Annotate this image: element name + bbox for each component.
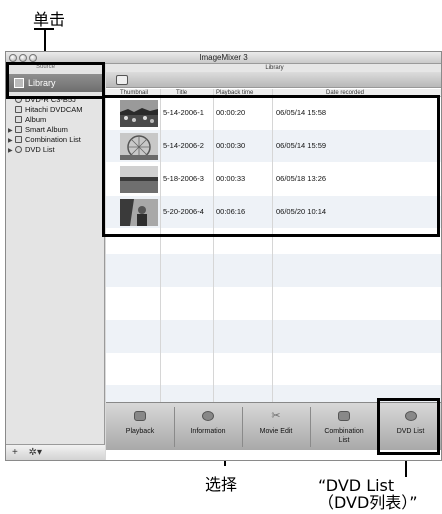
callout-dvd-list-line2: （DVD列表）” [318, 493, 418, 512]
sidebar-bottom-bar: + ✲▾ [6, 444, 105, 460]
library-header: Library [106, 64, 441, 72]
column-date-recorded[interactable]: Date recorded [326, 89, 364, 97]
library-toolbar [106, 72, 441, 88]
dvd-list-label: DVD List [396, 428, 425, 435]
sidebar: Source Library DVD-R C3-B5J Hitachi DVDC… [6, 64, 105, 460]
clip-playback-time: 00:00:33 [216, 174, 246, 183]
dvd-list-icon [404, 411, 417, 421]
sidebar-item-library-label: Library [28, 78, 56, 88]
disclosure-triangle-icon[interactable]: ▶ [8, 146, 15, 156]
clip-playback-time: 00:00:30 [216, 141, 246, 150]
clip-title: 5-20-2006-4 [163, 207, 204, 216]
information-button[interactable]: Information [174, 403, 242, 451]
table-row[interactable]: 5-20-2006-4 00:06:16 06/05/20 10:14 [106, 196, 441, 228]
callout-select: 选择 [205, 475, 238, 494]
table-row[interactable]: 5-14-2006-1 00:00:20 06/05/14 15:58 [106, 97, 441, 129]
column-thumbnail[interactable]: Thumbnail [120, 89, 148, 97]
dvd-icon [15, 146, 22, 153]
title-bar: ImageMixer 3 [6, 52, 441, 64]
album-icon [15, 116, 22, 123]
app-window: ImageMixer 3 Source Library DVD-R C3-B5J… [5, 51, 442, 461]
library-main: Library Thumbnail Title Playback time Da… [106, 64, 441, 460]
window-title: ImageMixer 3 [199, 53, 248, 62]
table-row[interactable]: 5-18-2006-3 00:00:33 06/05/18 13:26 [106, 163, 441, 195]
sidebar-item-label: Hitachi DVDCAM [25, 105, 83, 114]
table-row[interactable]: 5-14-2006-2 00:00:30 06/05/14 15:59 [106, 130, 441, 162]
clip-playback-time: 00:06:16 [216, 207, 246, 216]
smart-album-icon [15, 126, 22, 133]
sidebar-item-combination-list[interactable]: ▶ Combination List [8, 135, 104, 145]
sidebar-item-label: DVD-R C3-B5J [25, 95, 76, 104]
callout-dvd-list: “DVD List （DVD列表）” [318, 477, 418, 511]
view-mode-button[interactable] [116, 75, 128, 85]
clip-date-recorded: 06/05/14 15:59 [276, 141, 327, 150]
information-icon [202, 411, 214, 421]
sidebar-item-label: Combination List [25, 135, 81, 144]
sidebar-item-label: DVD List [25, 145, 55, 154]
clip-date-recorded: 06/05/18 13:26 [276, 174, 327, 183]
library-icon [14, 78, 24, 88]
column-header: Thumbnail Title Playback time Date recor… [106, 89, 441, 97]
callout-dvd-list-line1: “DVD List [318, 476, 395, 495]
sidebar-item-album[interactable]: Album [8, 115, 104, 125]
sidebar-item-hitachi-dvdcam[interactable]: Hitachi DVDCAM [8, 105, 104, 115]
sidebar-source-header: Source [36, 64, 56, 70]
movie-edit-label: Movie Edit [259, 428, 293, 435]
combination-icon [15, 136, 22, 143]
dvd-list-button[interactable]: DVD List [378, 403, 441, 451]
add-button[interactable]: + [12, 447, 18, 458]
sidebar-item-label: Smart Album [25, 125, 68, 134]
sidebar-item-library[interactable]: Library [8, 74, 103, 92]
clip-playback-time: 00:00:20 [216, 108, 246, 117]
thumbnail-crowd-icon [120, 100, 158, 127]
clip-title: 5-14-2006-2 [163, 141, 204, 150]
thumbnail-field-icon [120, 166, 158, 193]
movie-edit-button[interactable]: ✂ Movie Edit [242, 403, 310, 451]
sidebar-item-label: Album [25, 115, 47, 124]
scissors-icon: ✂ [271, 410, 281, 422]
playback-icon [134, 411, 146, 421]
gear-menu-button[interactable]: ✲▾ [29, 447, 42, 458]
camera-icon [15, 106, 22, 113]
clip-date-recorded: 06/05/14 15:58 [276, 108, 327, 117]
thumbnail-ferris-wheel-icon [120, 133, 158, 160]
playback-label: Playback [125, 428, 155, 435]
clip-title: 5-14-2006-1 [163, 108, 204, 117]
thumbnail-child-icon [120, 199, 158, 226]
sidebar-item-smart-album[interactable]: ▶ Smart Album [8, 125, 104, 135]
callout-click: 单击 [33, 10, 66, 29]
sidebar-item-dvd-r[interactable]: DVD-R C3-B5J [8, 95, 104, 105]
information-label: Information [190, 428, 226, 435]
sidebar-item-dvd-list[interactable]: ▶ DVD List [8, 145, 104, 155]
disc-icon [15, 96, 22, 103]
playback-button[interactable]: Playback [106, 403, 174, 451]
column-title[interactable]: Title [176, 89, 187, 97]
column-playback-time[interactable]: Playback time [216, 89, 253, 97]
clip-title: 5-18-2006-3 [163, 174, 204, 183]
clip-date-recorded: 06/05/20 10:14 [276, 207, 327, 216]
combination-list-label: Combination List [324, 428, 364, 444]
combination-list-button[interactable]: Combination List [310, 403, 378, 451]
action-bar: Playback Information ✂ Movie Edit Combin… [106, 402, 441, 451]
combination-list-icon [338, 411, 350, 421]
